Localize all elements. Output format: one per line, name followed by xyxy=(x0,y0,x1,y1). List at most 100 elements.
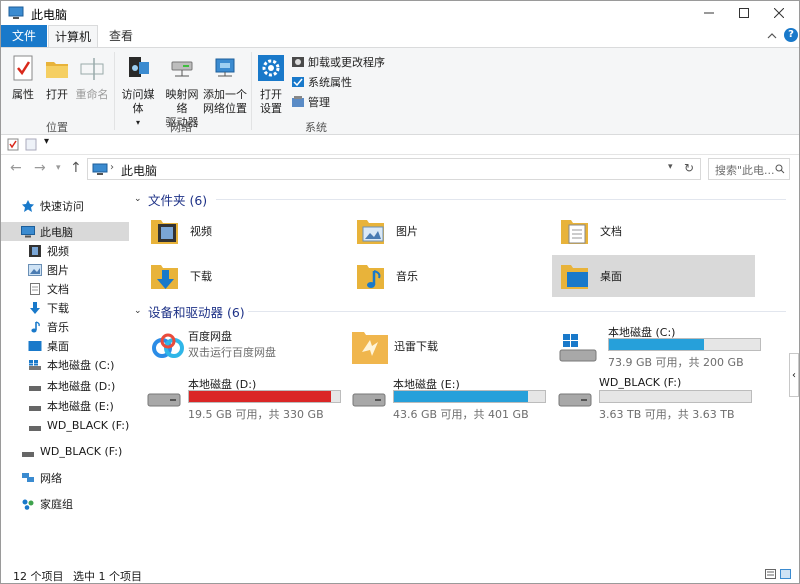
open-settings-button[interactable]: 打开 设置 xyxy=(255,54,287,116)
nav-network[interactable]: 网络 xyxy=(1,468,129,487)
desktop-icon xyxy=(28,340,42,351)
nav-pictures[interactable]: 图片 xyxy=(1,260,129,279)
rename-button[interactable]: 重命名 xyxy=(75,54,109,102)
media-icon xyxy=(129,57,149,77)
tab-file[interactable]: 文件 xyxy=(1,25,47,47)
details-pane-toggle[interactable]: ‹ xyxy=(789,353,799,397)
close-button[interactable] xyxy=(763,1,795,25)
nav-music[interactable]: 音乐 xyxy=(1,317,129,336)
uninstall-label: 卸载或更改程序 xyxy=(308,56,385,69)
refresh-icon[interactable]: ↻ xyxy=(684,161,694,175)
forward-arrow-icon[interactable]: → xyxy=(34,160,46,176)
device-disk-e[interactable]: 本地磁盘 (E:) 43.6 GB 可用，共 401 GB xyxy=(341,376,556,421)
breadcrumb[interactable]: 此电脑 xyxy=(121,162,157,179)
maximize-button[interactable] xyxy=(728,1,760,25)
uninstall-program-button[interactable]: 卸载或更改程序 xyxy=(291,54,385,70)
add-location-label-2: 网络位置 xyxy=(203,102,247,115)
nav-wd-black[interactable]: WD_BLACK (F:) xyxy=(1,416,129,435)
quick-access-toolbar: ▾ xyxy=(1,135,799,155)
system-properties-button[interactable]: 系统属性 xyxy=(291,74,352,90)
device-xunlei-download[interactable]: 迅雷下载 xyxy=(350,326,550,370)
open-label: 打开 xyxy=(46,88,68,101)
folder-downloads[interactable]: 下载 xyxy=(148,255,348,297)
drive-icon xyxy=(352,393,386,407)
selected-count: 选中 1 个项目 xyxy=(73,570,142,583)
nav-disk-e[interactable]: 本地磁盘 (E:) xyxy=(1,396,129,415)
disk-usage-bar xyxy=(608,338,761,351)
address-bar[interactable]: › 此电脑 ▾ ↻ xyxy=(87,158,701,180)
folders-section-header[interactable]: ⌄ 文件夹 (6) xyxy=(134,189,207,209)
disk-usage-bar xyxy=(188,390,341,403)
device-disk-d[interactable]: 本地磁盘 (D:) 19.5 GB 可用，共 330 GB xyxy=(136,376,351,421)
ribbon-tabs: 文件 计算机 查看 ? xyxy=(1,25,799,48)
item-count: 12 个项目 xyxy=(13,570,64,583)
device-wd-black[interactable]: WD_BLACK (F:) 3.63 TB 可用，共 3.63 TB xyxy=(547,376,762,421)
ribbon: 属性 打开 重命名 位置 访问媒体 ▾ 映射网络 驱动器 添加一个 网络位置 网… xyxy=(1,47,799,135)
drive-icon xyxy=(29,425,41,431)
folder-pictures[interactable]: 图片 xyxy=(354,210,554,252)
tab-view[interactable]: 查看 xyxy=(101,25,141,47)
up-arrow-icon[interactable]: ↑ xyxy=(70,160,82,176)
network-drive-icon xyxy=(171,61,193,77)
settings-label-2: 设置 xyxy=(260,102,282,115)
back-arrow-icon[interactable]: ← xyxy=(10,160,22,176)
device-baidu-netdisk[interactable]: 百度网盘 双击运行百度网盘 xyxy=(146,328,346,372)
qat-customize-icon[interactable]: ▾ xyxy=(44,136,49,147)
system-properties-icon xyxy=(292,77,304,87)
title-bar: 此电脑 xyxy=(1,1,799,25)
folder-desktop[interactable]: 桌面 xyxy=(552,255,755,297)
qat-properties-icon[interactable] xyxy=(7,138,19,151)
music-note-icon xyxy=(31,320,40,332)
large-icons-view-icon[interactable] xyxy=(780,569,791,579)
nav-quick-access[interactable]: 快速访问 xyxy=(1,196,129,215)
recent-locations-icon[interactable]: ▾ xyxy=(56,163,61,173)
qat-new-folder-icon[interactable] xyxy=(25,138,37,151)
group-network-label: 网络 xyxy=(170,121,192,134)
properties-label: 属性 xyxy=(12,88,34,101)
add-network-location-button[interactable]: 添加一个 网络位置 xyxy=(203,54,247,116)
nav-disk-c[interactable]: 本地磁盘 (C:) xyxy=(1,355,129,374)
downloads-folder-icon xyxy=(151,265,178,289)
device-disk-c[interactable]: 本地磁盘 (C:) 73.9 GB 可用，共 200 GB xyxy=(556,324,771,369)
nav-disk-d[interactable]: 本地磁盘 (D:) xyxy=(1,376,129,395)
details-view-icon[interactable] xyxy=(765,569,776,579)
nav-this-pc[interactable]: 此电脑 xyxy=(1,222,129,241)
nav-videos[interactable]: 视频 xyxy=(1,241,129,260)
disk-usage-fill xyxy=(394,391,529,402)
settings-gear-icon xyxy=(258,55,284,81)
disk-usage-fill xyxy=(609,339,705,350)
group-location-label: 位置 xyxy=(46,121,68,134)
tab-computer[interactable]: 计算机 xyxy=(48,25,98,48)
explorer-window: 此电脑 文件 计算机 查看 ? 属性 打开 重命名 位置 访问媒体 ▾ 映射网络… xyxy=(0,0,800,584)
nav-downloads[interactable]: 下载 xyxy=(1,298,129,317)
nav-documents[interactable]: 文档 xyxy=(1,279,129,298)
maximize-icon xyxy=(739,8,749,18)
breadcrumb-chevron-icon: › xyxy=(110,162,114,173)
minimize-icon xyxy=(704,12,714,14)
nav-wd-black-root[interactable]: WD_BLACK (F:) xyxy=(1,442,129,461)
folder-documents[interactable]: 文档 xyxy=(558,210,758,252)
open-button[interactable]: 打开 xyxy=(43,54,71,102)
nav-homegroup[interactable]: 家庭组 xyxy=(1,494,129,513)
help-icon[interactable]: ? xyxy=(784,28,798,42)
nav-desktop[interactable]: 桌面 xyxy=(1,336,129,355)
manage-button[interactable]: 管理 xyxy=(291,94,330,110)
chevron-down-icon: ⌄ xyxy=(134,306,142,316)
uninstall-icon xyxy=(292,57,304,67)
properties-button[interactable]: 属性 xyxy=(9,54,37,102)
navigation-pane: 快速访问 此电脑 视频 图片 文档 下载 音乐 桌面 本地磁盘 (C:) 本地磁… xyxy=(1,186,129,564)
manage-label: 管理 xyxy=(308,96,330,109)
address-dropdown-icon[interactable]: ▾ xyxy=(668,162,673,172)
manage-icon xyxy=(292,96,304,107)
music-folder-icon xyxy=(357,265,384,289)
video-folder-icon xyxy=(151,220,178,244)
folder-videos[interactable]: 视频 xyxy=(148,210,348,252)
collapse-ribbon-icon[interactable] xyxy=(767,32,777,40)
group-system-label: 系统 xyxy=(305,121,327,134)
map-drive-label-1: 映射网络 xyxy=(165,88,199,115)
desktop-folder-icon xyxy=(561,265,588,289)
minimize-button[interactable] xyxy=(693,1,725,25)
search-input[interactable]: 搜索"此电... xyxy=(708,158,790,180)
folder-music[interactable]: 音乐 xyxy=(354,255,554,297)
devices-section-header[interactable]: ⌄ 设备和驱动器 (6) xyxy=(134,301,245,321)
